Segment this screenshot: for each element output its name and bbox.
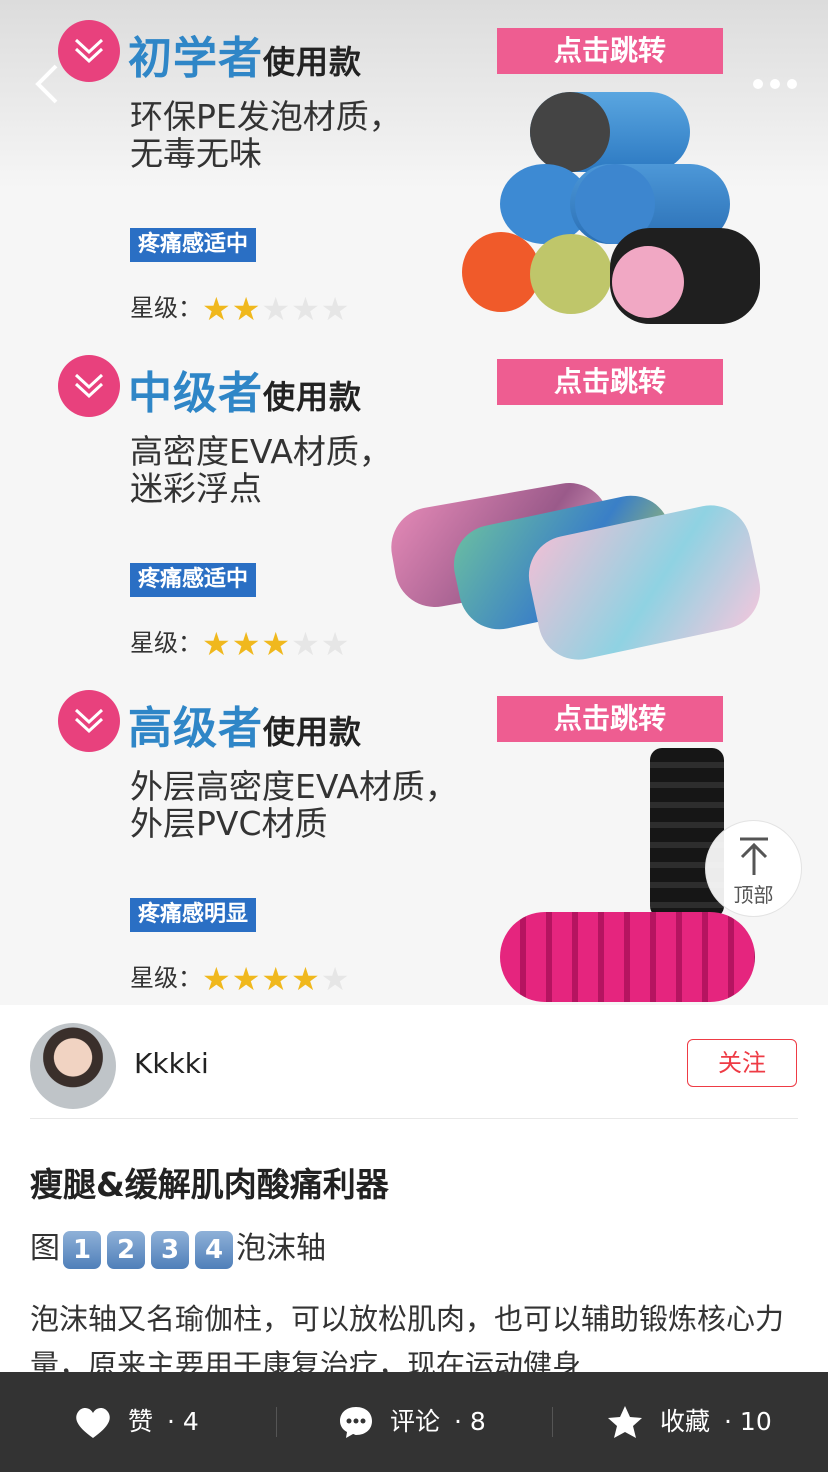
product-image: 初学者使用款 点击跳转 环保PE发泡材质， 无毒无味 疼痛感适中 星级：★★★★…: [0, 0, 828, 1005]
follow-button[interactable]: 关注: [687, 1039, 797, 1087]
chevron-down-icon: [58, 355, 120, 417]
star-empty-icon: ★: [320, 290, 351, 328]
star-empty-icon: ★: [291, 290, 321, 328]
avatar[interactable]: [30, 1023, 116, 1109]
jump-button[interactable]: 点击跳转: [497, 359, 723, 405]
star-empty-icon: ★: [320, 625, 351, 663]
star-filled-icon: ★: [231, 625, 262, 663]
section-advanced: 高级者使用款 点击跳转 外层高密度EVA材质， 外层PVC材质 疼痛感明显 星级…: [0, 690, 828, 1005]
number-badge: 2: [107, 1230, 145, 1269]
material-description: 外层高密度EVA材质， 外层PVC材质: [130, 767, 458, 843]
post-subline: 图 1 2 3 4 泡沫轴: [30, 1228, 326, 1270]
section-beginner: 初学者使用款 点击跳转 环保PE发泡材质， 无毒无味 疼痛感适中 星级：★★★★…: [0, 20, 828, 355]
like-button[interactable]: 赞 · 4: [74, 1372, 199, 1472]
star-filled-icon: ★: [261, 960, 292, 998]
chevron-down-icon: [58, 690, 120, 752]
back-to-top-button[interactable]: 顶部: [705, 820, 802, 917]
jump-button[interactable]: 点击跳转: [497, 696, 723, 742]
material-description: 高密度EVA材质， 迷彩浮点: [130, 432, 392, 508]
level-title: 高级者使用款: [128, 703, 363, 754]
star-filled-icon: ★: [202, 290, 232, 328]
pain-badge: 疼痛感适中: [130, 228, 257, 262]
post-body: 泡沫轴又名瑜伽柱，可以放松肌肉，也可以辅助锻炼核心力量，原来主要用于康复治疗，现…: [30, 1302, 785, 1372]
star-filled-icon: ★: [202, 960, 232, 998]
star-rating: 星级：★★★★★: [130, 290, 351, 328]
chevron-left-icon: [35, 64, 58, 104]
pain-badge: 疼痛感明显: [130, 898, 257, 932]
back-button[interactable]: [28, 60, 68, 108]
more-button[interactable]: [750, 68, 800, 100]
star-rating: 星级：★★★★★: [130, 960, 351, 998]
star-empty-icon: ★: [261, 290, 292, 328]
bottom-action-bar: 赞 · 4 评论 · 8 收藏 · 10: [0, 1372, 828, 1472]
star-icon: [608, 1406, 642, 1438]
star-filled-icon: ★: [261, 625, 292, 663]
stars: ★★★★★: [202, 290, 350, 328]
star-filled-icon: ★: [231, 290, 262, 328]
divider: [30, 1118, 798, 1119]
jump-button[interactable]: 点击跳转: [497, 28, 723, 74]
roller-end: [612, 246, 684, 318]
star-empty-icon: ★: [291, 625, 321, 663]
roller-image: [500, 912, 755, 1002]
number-badge: 4: [195, 1230, 233, 1269]
post-title: 瘦腿&缓解肌肉酸痛利器: [30, 1165, 389, 1204]
author-row: Kkkki 关注: [0, 1005, 828, 1120]
more-icon: [753, 79, 797, 89]
number-badge: 1: [63, 1230, 101, 1269]
stars: ★★★★★: [202, 625, 350, 663]
star-filled-icon: ★: [202, 625, 232, 663]
roller-image: [530, 234, 612, 314]
heart-icon: [76, 1407, 110, 1438]
stars: ★★★★★: [202, 960, 350, 998]
material-description: 环保PE发泡材质， 无毒无味: [130, 97, 402, 173]
pain-badge: 疼痛感适中: [130, 563, 257, 597]
comment-button[interactable]: 评论 · 8: [338, 1372, 486, 1472]
level-title: 初学者使用款: [128, 33, 363, 84]
level-title: 中级者使用款: [128, 368, 363, 419]
star-empty-icon: ★: [320, 960, 351, 998]
arrow-up-icon: [740, 837, 768, 875]
star-rating: 星级：★★★★★: [130, 625, 351, 663]
section-intermediate: 中级者使用款 点击跳转 高密度EVA材质， 迷彩浮点 疼痛感适中 星级：★★★★…: [0, 355, 828, 690]
number-badge: 3: [151, 1230, 189, 1269]
star-filled-icon: ★: [291, 960, 321, 998]
collect-button[interactable]: 收藏 · 10: [606, 1372, 772, 1472]
author-name[interactable]: Kkkki: [134, 1047, 209, 1080]
roller-end: [530, 92, 610, 172]
roller-image: [462, 232, 540, 312]
comment-icon: [340, 1407, 372, 1438]
star-filled-icon: ★: [231, 960, 262, 998]
